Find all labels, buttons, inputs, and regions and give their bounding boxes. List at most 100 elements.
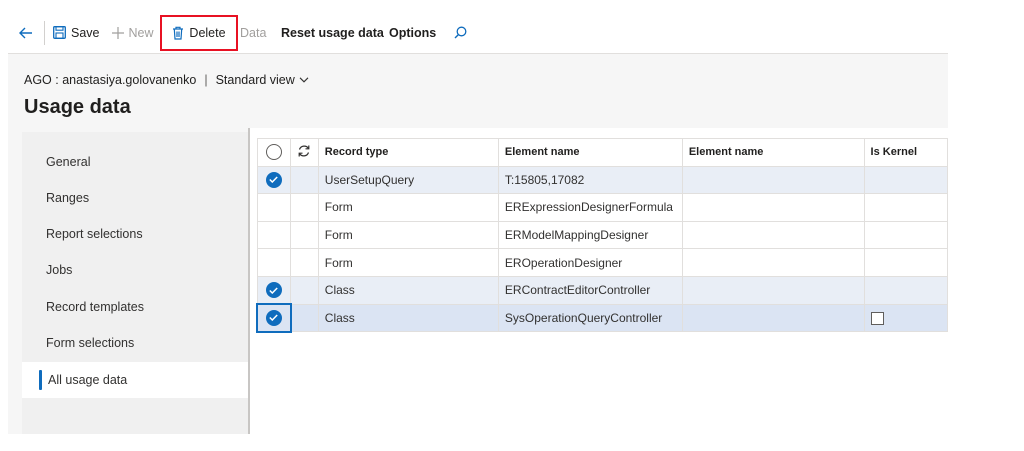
cell-element-name[interactable]: ERExpressionDesignerFormula [497, 193, 683, 222]
table-header-row: Record type Element name Element name Is… [256, 138, 949, 167]
row-checkbox[interactable] [256, 220, 292, 250]
delete-button[interactable]: Delete [160, 15, 238, 51]
view-selector[interactable]: Standard view [216, 73, 309, 87]
save-label: Save [71, 25, 100, 40]
tab-label: Jobs [46, 263, 73, 277]
tab-general[interactable]: General [22, 144, 248, 180]
cell-record-type[interactable]: Class [317, 303, 499, 333]
view-label: Standard view [215, 73, 295, 87]
options-button[interactable]: Options [389, 12, 436, 53]
company-context: AGO : anastasiya.golovanenko [24, 73, 197, 87]
row-spacer [290, 193, 319, 222]
tab-label: General [46, 155, 91, 169]
cell-element-name[interactable]: SysOperationQueryController [497, 303, 683, 333]
cell-element-name[interactable]: ERContractEditorController [497, 275, 683, 305]
cell-element-name-2[interactable] [681, 193, 865, 222]
cell-record-type[interactable]: Form [317, 248, 499, 277]
new-label: New [128, 25, 154, 40]
column-header-record-type[interactable]: Record type [317, 138, 499, 167]
cell-is-kernel[interactable] [863, 165, 949, 195]
column-header-element-name-2[interactable]: Element name [681, 138, 865, 167]
row-checkbox[interactable] [256, 275, 292, 305]
plus-icon [111, 26, 124, 39]
is-kernel-checkbox[interactable] [870, 312, 884, 326]
trash-icon [172, 26, 184, 40]
checkmark-icon [265, 282, 282, 299]
save-icon [53, 26, 66, 39]
cell-element-name-2[interactable] [681, 220, 865, 250]
toolbar-divider [44, 20, 45, 45]
cell-record-type[interactable]: UserSetupQuery [317, 165, 499, 195]
row-checkbox[interactable] [256, 248, 292, 277]
cell-record-type[interactable]: Form [317, 193, 499, 222]
tab-label: Report selections [46, 227, 143, 241]
circle-icon [265, 144, 282, 161]
column-header-is-kernel[interactable]: Is Kernel [863, 138, 949, 167]
tab-all-usage-data[interactable]: All usage data [22, 362, 248, 398]
refresh-button[interactable] [290, 138, 319, 167]
checkmark-icon [265, 309, 282, 326]
cell-element-name[interactable]: ERModelMappingDesigner [497, 220, 683, 250]
tab-jobs[interactable]: Jobs [22, 252, 248, 288]
cell-is-kernel[interactable] [863, 248, 949, 277]
action-pane: Save New Delete Data Reset usage data Op… [8, 12, 948, 54]
table-row[interactable]: Form ERExpressionDesignerFormula [256, 193, 949, 222]
page-title: Usage data [24, 96, 131, 118]
tab-label: Form selections [46, 336, 135, 350]
delete-label: Delete [189, 26, 226, 40]
cell-element-name[interactable]: EROperationDesigner [497, 248, 683, 277]
row-checkbox[interactable] [256, 193, 292, 222]
row-spacer [290, 220, 319, 250]
grid-divider [248, 128, 250, 434]
table-row[interactable]: Form EROperationDesigner [256, 248, 949, 277]
back-arrow-icon [19, 27, 33, 39]
cell-record-type[interactable]: Class [317, 275, 499, 305]
checkmark-icon [265, 171, 282, 188]
page: Save New Delete Data Reset usage data Op… [8, 12, 949, 434]
save-button[interactable]: Save [49, 12, 106, 53]
row-spacer [290, 165, 319, 195]
search-button[interactable] [454, 12, 467, 53]
table-row[interactable]: Form ERModelMappingDesigner [256, 220, 949, 250]
cell-element-name-2[interactable] [681, 275, 865, 305]
table-row[interactable]: Class ERContractEditorController [256, 275, 949, 305]
column-header-element-name[interactable]: Element name [497, 138, 683, 167]
row-spacer [290, 303, 319, 333]
usage-data-table: Record type Element name Element name Is… [256, 138, 949, 333]
cell-is-kernel[interactable] [863, 193, 949, 222]
cell-is-kernel[interactable] [863, 220, 949, 250]
tab-label: Ranges [46, 191, 90, 205]
usage-data-grid: Record type Element name Element name Is… [248, 128, 949, 434]
tab-form-selections[interactable]: Form selections [22, 325, 248, 361]
breadcrumb: AGO : anastasiya.golovanenko | Standard … [24, 73, 309, 87]
tab-ranges[interactable]: Ranges [22, 180, 248, 216]
reset-usage-data-button[interactable]: Reset usage data [281, 12, 384, 53]
tab-record-templates[interactable]: Record templates [22, 289, 248, 325]
cell-element-name-2[interactable] [681, 303, 865, 333]
cell-element-name-2[interactable] [681, 165, 865, 195]
refresh-icon [297, 144, 311, 158]
tab-label: Record templates [46, 300, 144, 314]
search-icon [454, 26, 467, 39]
row-checkbox[interactable] [256, 165, 292, 195]
data-label: Data [240, 25, 267, 40]
chevron-down-icon [299, 77, 309, 83]
cell-is-kernel[interactable] [863, 275, 949, 305]
options-label: Options [389, 25, 437, 40]
cell-element-name-2[interactable] [681, 248, 865, 277]
table-row[interactable]: UserSetupQuery T:15805,17082 [256, 165, 949, 195]
cell-record-type[interactable]: Form [317, 220, 499, 250]
new-button[interactable]: New [106, 12, 160, 53]
tab-label: All usage data [48, 373, 128, 387]
cell-is-kernel[interactable] [863, 303, 949, 333]
selected-indicator [39, 370, 42, 390]
row-spacer [290, 275, 319, 305]
back-button[interactable] [12, 12, 40, 53]
data-menu-button[interactable]: Data [240, 12, 266, 53]
table-row-active[interactable]: Class SysOperationQueryController [256, 303, 949, 333]
select-all-checkbox[interactable] [256, 138, 292, 167]
tab-report-selections[interactable]: Report selections [22, 216, 248, 252]
tab-list: General Ranges Report selections Jobs Re… [22, 132, 248, 434]
row-checkbox[interactable] [256, 303, 292, 333]
cell-element-name[interactable]: T:15805,17082 [497, 165, 683, 195]
